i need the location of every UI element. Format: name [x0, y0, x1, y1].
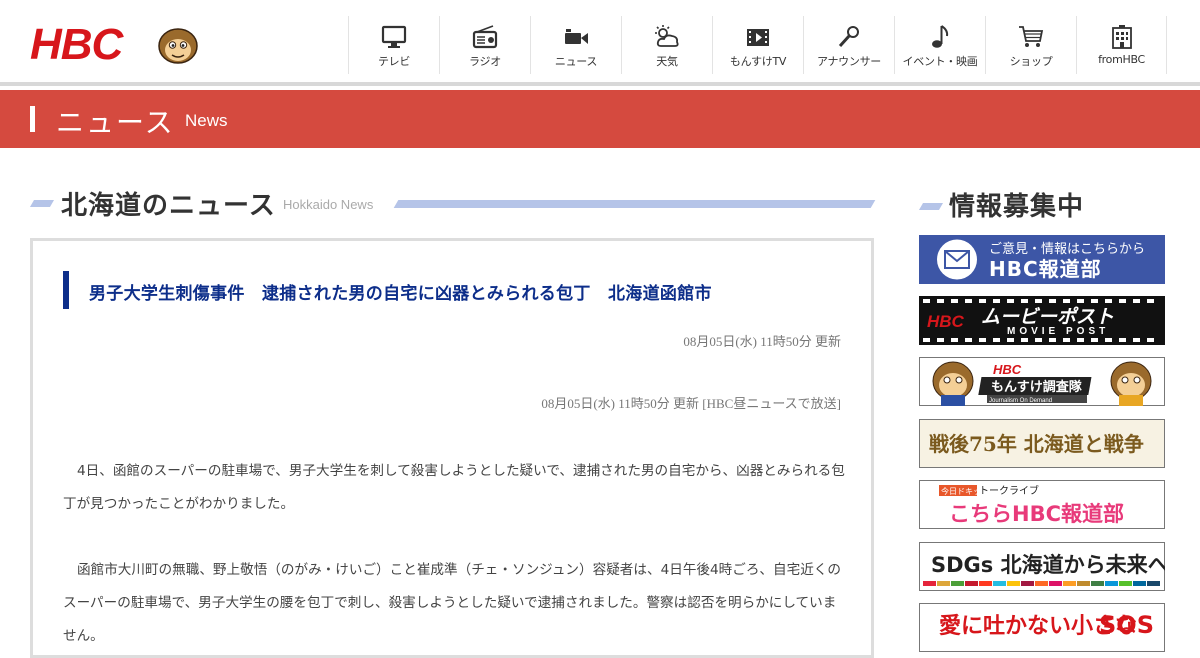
nav-item-monsuke-tv[interactable]: もんすけTV	[712, 16, 803, 74]
sidebar-banner-sdgs-image: SDGs 北海道から未来へ	[919, 542, 1165, 591]
logo-text: HBC	[30, 20, 123, 69]
banner-postwar-text: 戦後75年 北海道と戦争	[929, 432, 1144, 456]
banner-subtitle: News	[185, 111, 228, 130]
sidebar-banner-talk-live[interactable]: 今日ドキッ! トークライブ こちらHBC報道部	[919, 480, 1165, 529]
banner-hbc-news-line2: HBC報道部	[989, 257, 1102, 281]
article-title-bar	[63, 271, 69, 309]
global-nav: テレビ ラジオ ニュース 天気 もんすけTV アナウンサー イベント・映画 ショ…	[348, 16, 1167, 74]
nav-label-monsuke-tv: もんすけTV	[729, 55, 787, 68]
article-title: 男子大学生刺傷事件 逮捕された男の自宅に凶器とみられる包丁 北海道函館市	[89, 284, 712, 304]
sidebar-banner-sos[interactable]: 愛に吐かない小さな SOS	[919, 603, 1165, 652]
tv-icon	[381, 25, 407, 48]
article-paragraph: 4日、函館のスーパーの駐車場で、男子大学生を刺して殺害しようとした疑いで、逮捕さ…	[63, 463, 845, 512]
weather-icon	[655, 25, 679, 47]
sidebar-banner-monsuke-research-image: HBC もんすけ調査隊 Journalism On Demand	[919, 357, 1165, 406]
article-box: 男子大学生刺傷事件 逮捕された男の自宅に凶器とみられる包丁 北海道函館市 08月…	[30, 238, 874, 658]
sidebar-mark	[918, 203, 944, 210]
building-icon	[1111, 25, 1132, 49]
section-mark	[29, 200, 55, 207]
banner-monsuke-line2: もんすけ調査隊	[991, 379, 1083, 395]
nav-label-tv: テレビ	[377, 55, 411, 68]
nav-item-weather[interactable]: 天気	[621, 16, 712, 74]
nav-item-radio[interactable]: ラジオ	[439, 16, 530, 74]
microphone-icon	[838, 26, 859, 48]
nav-item-event[interactable]: イベント・映画	[894, 16, 985, 74]
music-note-icon	[932, 25, 949, 48]
sidebar-banner-movie-post[interactable]: HBC ムービーポスト MOVIE POST	[919, 296, 1165, 345]
category-banner: ニュース News	[0, 90, 1200, 148]
banner-talk-live-line1: 今日ドキッ!	[941, 486, 984, 496]
banner-accent-bar	[30, 106, 35, 132]
sidebar-banner-sdgs[interactable]: SDGs 北海道から未来へ	[919, 542, 1165, 591]
sidebar-banner-postwar-75-image: 戦後75年 北海道と戦争	[919, 419, 1165, 468]
nav-item-news[interactable]: ニュース	[530, 16, 621, 74]
video-camera-icon	[565, 29, 588, 44]
banner-sos-text: SOS	[1099, 611, 1154, 639]
banner-monsuke-line1: HBC	[993, 362, 1022, 377]
banner-movie-post-line2: ムービーポスト	[981, 306, 1114, 328]
cart-icon	[1019, 26, 1044, 47]
section-title: 北海道のニュース	[61, 191, 276, 221]
sidebar-banner-postwar-75[interactable]: 戦後75年 北海道と戦争	[919, 419, 1165, 468]
nav-label-shop: ショップ	[1009, 55, 1053, 68]
site-header: HBC テレビ ラジオ ニュース 天気 もんすけTV アナウンサー イベント・映…	[0, 0, 1200, 86]
article-updated: 08月05日(水) 11時50分 更新	[683, 334, 841, 349]
nav-label-radio: ラジオ	[469, 55, 501, 68]
article-updated-detail: 08月05日(水) 11時50分 更新 [HBC昼ニュースで放送]	[541, 396, 841, 411]
banner-movie-post-line1: HBC	[927, 312, 965, 331]
sidebar-banner-talk-live-image: 今日ドキッ! トークライブ こちらHBC報道部	[919, 480, 1165, 529]
nav-label-announcer: アナウンサー	[817, 55, 881, 68]
nav-label-news: ニュース	[554, 55, 598, 68]
section-subtitle: Hokkaido News	[283, 197, 374, 212]
nav-item-fromhbc[interactable]: fromHBC	[1076, 16, 1167, 74]
sidebar-banner-hbc-news-image: ご意見・情報はこちらから HBC報道部	[919, 235, 1165, 284]
sidebar-banner-monsuke-research[interactable]: HBC もんすけ調査隊 Journalism On Demand	[919, 357, 1165, 406]
nav-label-fromhbc: fromHBC	[1098, 53, 1145, 66]
banner-hbc-news-line1: ご意見・情報はこちらから	[989, 241, 1145, 257]
film-icon	[747, 29, 769, 46]
banner-monsuke-line3: Journalism On Demand	[989, 398, 1052, 404]
banner-title: ニュース	[56, 106, 175, 139]
nav-item-tv[interactable]: テレビ	[348, 16, 439, 74]
nav-item-announcer[interactable]: アナウンサー	[803, 16, 894, 74]
sidebar-banner-movie-post-image: HBC ムービーポスト MOVIE POST	[919, 296, 1165, 345]
sidebar-title: 情報募集中	[949, 192, 1085, 222]
nav-item-shop[interactable]: ショップ	[985, 16, 1076, 74]
article-paragraph: 函館市大川町の無職、野上敬悟（のがみ・けいご）こと崔成準（チェ・ソンジュン）容疑…	[63, 562, 841, 644]
monsuke-mascot-icon	[158, 28, 198, 64]
sidebar-banner-sos-image: 愛に吐かない小さな SOS	[919, 603, 1165, 652]
banner-sdgs-text: SDGs 北海道から未来へ	[931, 553, 1165, 577]
banner-movie-post-line3: MOVIE POST	[1007, 326, 1109, 337]
radio-icon	[472, 25, 498, 49]
sidebar-banner-hbc-news[interactable]: ご意見・情報はこちらから HBC報道部	[919, 235, 1165, 284]
hbc-logo[interactable]: HBC	[30, 20, 200, 69]
nav-label-event: イベント・映画	[902, 55, 978, 68]
nav-label-weather: 天気	[656, 55, 678, 68]
banner-talk-live-line2: トークライブ	[979, 484, 1039, 497]
banner-talk-live-line3: こちらHBC報道部	[949, 502, 1124, 526]
section-rule	[393, 200, 876, 208]
sdgs-color-bar	[923, 581, 1160, 586]
